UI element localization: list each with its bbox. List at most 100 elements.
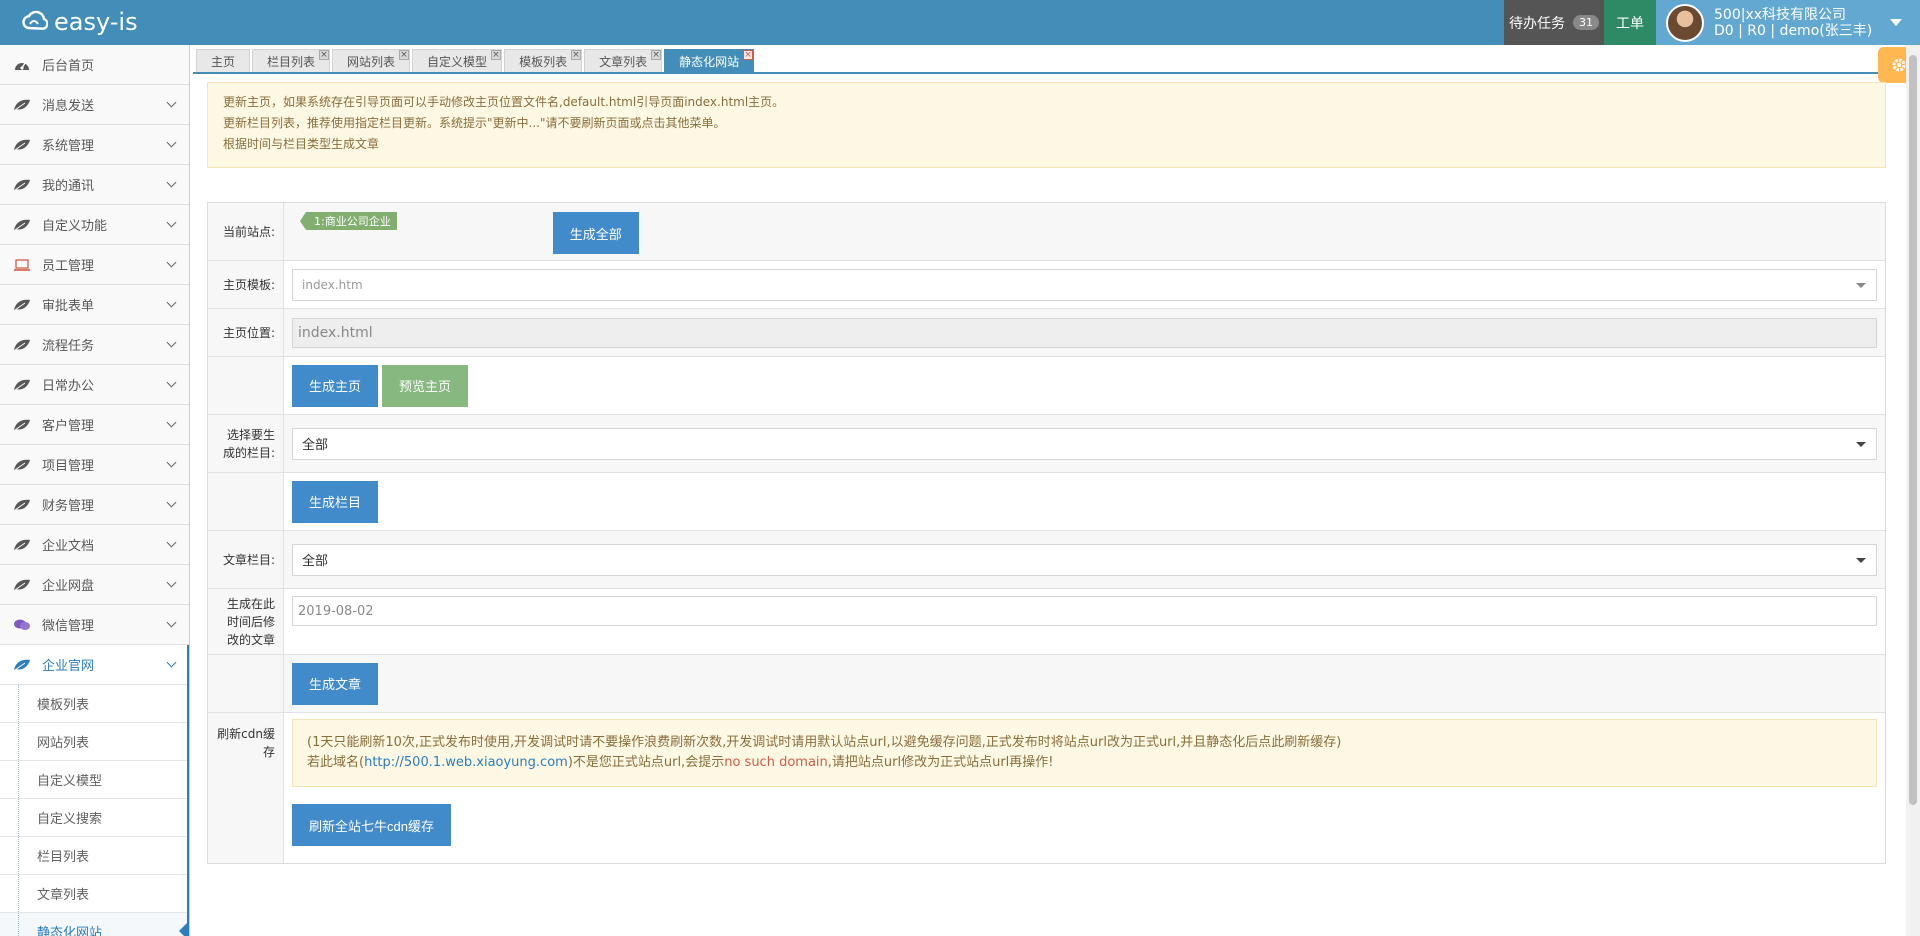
- brand-logo[interactable]: easy-is: [20, 7, 138, 37]
- sidebar-item-documents[interactable]: 企业文档: [0, 525, 189, 565]
- generate-article-button[interactable]: 生成文章: [292, 662, 379, 705]
- top-navbar: easy-is 待办任务 31 工单 500|xx科技有限公司 D0 | R0 …: [0, 0, 1920, 45]
- sidebar-item-label: 自定义功能: [42, 219, 108, 234]
- leaf-icon: [12, 538, 32, 552]
- chevron-down-icon: [166, 337, 177, 348]
- tab-template-list[interactable]: 模板列表 ×: [504, 49, 583, 72]
- generate-all-button[interactable]: 生成全部: [552, 212, 639, 254]
- chevron-down-icon: [166, 417, 177, 428]
- leaf-icon: [12, 458, 32, 472]
- tab-column-list[interactable]: 栏目列表 ×: [252, 49, 331, 72]
- sidebar-item-label: 员工管理: [42, 259, 95, 274]
- sidebar-item-staff[interactable]: 员工管理: [0, 245, 189, 285]
- sidebar-item-system[interactable]: 系统管理: [0, 125, 189, 165]
- home-template-select[interactable]: index.htm: [292, 268, 1877, 301]
- submenu-static-site[interactable]: 静态化网站: [0, 913, 189, 936]
- sidebar-item-label: 企业文档: [42, 539, 95, 554]
- tab-label: 自定义模型: [427, 54, 488, 69]
- chevron-down-icon: [166, 217, 177, 228]
- chevron-down-icon: [166, 457, 177, 468]
- tab-custom-model[interactable]: 自定义模型 ×: [412, 49, 503, 72]
- laptop-icon: [12, 258, 32, 272]
- tab-article-list[interactable]: 文章列表 ×: [584, 49, 663, 72]
- sidebar-item-office[interactable]: 日常办公: [0, 365, 189, 405]
- tab-label: 网站列表: [347, 54, 396, 69]
- row-column-select: 选择要生成的栏目: 全部: [208, 415, 1885, 473]
- sidebar-item-label: 项目管理: [42, 459, 95, 474]
- sidebar-item-project[interactable]: 项目管理: [0, 445, 189, 485]
- dropdown-arrow-icon: [1856, 282, 1866, 288]
- tab-label: 模板列表: [519, 54, 568, 69]
- chevron-down-icon: [166, 137, 177, 148]
- sidebar-item-website[interactable]: 企业官网: [0, 645, 189, 685]
- tab-home[interactable]: 主页: [196, 49, 251, 72]
- tab-close-icon[interactable]: ×: [571, 50, 582, 60]
- todo-tasks-label: 待办任务: [1509, 15, 1565, 32]
- sidebar-item-netdisk[interactable]: 企业网盘: [0, 565, 189, 605]
- column-select[interactable]: 全部: [292, 427, 1877, 460]
- tab-close-icon[interactable]: ×: [491, 50, 502, 60]
- sidebar-item-approval[interactable]: 审批表单: [0, 285, 189, 325]
- sidebar-item-workflow[interactable]: 流程任务: [0, 325, 189, 365]
- cdn-text: 若此域名(: [307, 755, 365, 770]
- cdn-warning-line: (1天只能刷新10次,正式发布时使用,开发调试时请不要操作浪费刷新次数,开发调试…: [307, 735, 1342, 750]
- user-menu[interactable]: 500|xx科技有限公司 D0 | R0 | demo(张三丰): [1656, 0, 1920, 45]
- ticket-button[interactable]: 工单: [1604, 0, 1656, 45]
- scrollbar-thumb[interactable]: [1909, 55, 1917, 805]
- row-column-actions: 生成栏目: [208, 473, 1885, 531]
- home-position-label: 主页位置:: [208, 309, 284, 356]
- home-position-input[interactable]: index.html: [292, 317, 1877, 348]
- tab-close-icon[interactable]: ×: [319, 50, 330, 60]
- cdn-domain-link[interactable]: http://500.1.web.xiaoyung.com: [364, 755, 568, 770]
- leaf-icon: [12, 498, 32, 512]
- tab-static-site[interactable]: 静态化网站 ×: [664, 49, 755, 72]
- tab-close-icon[interactable]: ×: [399, 50, 410, 60]
- select-value: 全部: [302, 438, 329, 453]
- sidebar-item-wechat[interactable]: 微信管理: [0, 605, 189, 645]
- leaf-icon: [12, 378, 32, 392]
- select-value: 全部: [302, 554, 329, 569]
- submenu-article-list[interactable]: 文章列表: [0, 875, 189, 913]
- preview-home-button[interactable]: 预览主页: [382, 364, 469, 407]
- todo-tasks-button[interactable]: 待办任务 31: [1504, 0, 1604, 45]
- site-tag: 1:商业公司企业: [300, 212, 397, 230]
- avatar: [1666, 3, 1704, 42]
- tab-site-list[interactable]: 网站列表 ×: [332, 49, 411, 72]
- sidebar-item-label: 后台首页: [42, 59, 95, 74]
- dropdown-arrow-icon: [1856, 441, 1866, 447]
- generate-column-button[interactable]: 生成栏目: [292, 480, 379, 523]
- tab-label: 文章列表: [599, 54, 648, 69]
- sidebar-item-contacts[interactable]: 我的通讯: [0, 165, 189, 205]
- article-column-label: 文章栏目:: [208, 531, 284, 588]
- date-input[interactable]: 2019-08-02: [292, 596, 1877, 626]
- submenu-template-list[interactable]: 模板列表: [0, 685, 189, 723]
- tab-close-icon[interactable]: ×: [743, 50, 754, 60]
- home-template-label: 主页模板:: [208, 261, 284, 308]
- chevron-down-icon: [166, 177, 177, 188]
- refresh-cdn-button[interactable]: 刷新全站七牛cdn缓存: [292, 804, 451, 846]
- sidebar-item-label: 我的通讯: [42, 179, 95, 194]
- submenu-custom-model[interactable]: 自定义模型: [0, 761, 189, 799]
- chevron-down-icon: [166, 657, 177, 668]
- row-home-actions: 生成主页 预览主页: [208, 357, 1885, 415]
- chevron-down-icon: [166, 257, 177, 268]
- sidebar-item-custom[interactable]: 自定义功能: [0, 205, 189, 245]
- sidebar-item-home[interactable]: 后台首页: [0, 45, 189, 85]
- cdn-text: )不是您正式站点url,会提示: [567, 755, 725, 770]
- leaf-icon: [12, 98, 32, 112]
- sidebar-item-label: 系统管理: [42, 139, 95, 154]
- leaf-icon: [12, 298, 32, 312]
- submenu-custom-search[interactable]: 自定义搜索: [0, 799, 189, 837]
- sidebar-item-label: 财务管理: [42, 499, 95, 514]
- page-scrollbar[interactable]: [1906, 45, 1920, 936]
- generate-home-button[interactable]: 生成主页: [292, 364, 379, 407]
- chevron-down-icon: [166, 97, 177, 108]
- sidebar-item-message[interactable]: 消息发送: [0, 85, 189, 125]
- article-column-select[interactable]: 全部: [292, 543, 1877, 576]
- submenu-site-list[interactable]: 网站列表: [0, 723, 189, 761]
- tab-close-icon[interactable]: ×: [651, 50, 662, 60]
- sidebar-item-finance[interactable]: 财务管理: [0, 485, 189, 525]
- row-modified-date: 生成在此时间后修改的文章 2019-08-02: [208, 589, 1885, 655]
- sidebar-item-customer[interactable]: 客户管理: [0, 405, 189, 445]
- submenu-column-list[interactable]: 栏目列表: [0, 837, 189, 875]
